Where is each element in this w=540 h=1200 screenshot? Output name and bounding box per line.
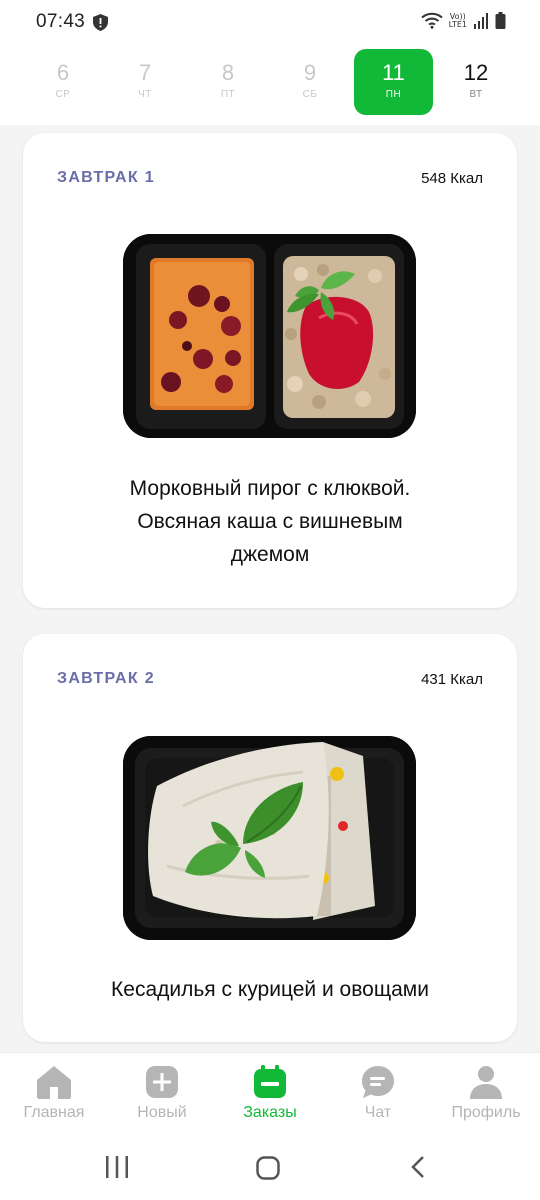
day-weekday: СБ — [302, 89, 318, 100]
meal-photo-quesadilla-icon — [123, 736, 416, 940]
day-number: 12 — [463, 60, 489, 85]
day-selector: 6 СР 7 ЧТ 8 ПТ 9 СБ 11 ПН 12 ВТ — [0, 44, 540, 125]
nav-item-new[interactable]: Новый — [108, 1053, 216, 1131]
signal-icon — [474, 12, 488, 29]
status-time: 07:43 — [36, 11, 86, 32]
home-icon — [37, 1066, 71, 1099]
day-item[interactable]: 6 СР — [24, 49, 102, 115]
day-number: 8 — [221, 60, 235, 85]
meal-kcal: 431 Ккал — [421, 671, 483, 688]
day-weekday: ЧТ — [138, 89, 152, 100]
network-type: Vo)) LTE1 — [448, 11, 467, 29]
day-weekday: ВТ — [469, 89, 483, 100]
nav-item-orders[interactable]: Заказы — [216, 1053, 324, 1131]
battery-icon — [495, 12, 506, 29]
day-number: 7 — [138, 60, 152, 85]
meal-photo — [123, 736, 416, 940]
meal-card[interactable]: ЗАВТРАК 1 548 Ккал Морковный пирог с клю… — [23, 133, 517, 608]
status-bar: 07:43 Vo)) LTE1 — [0, 0, 540, 44]
home-button-icon[interactable] — [256, 1156, 280, 1180]
nav-item-chat[interactable]: Чат — [324, 1053, 432, 1131]
calendar-icon — [254, 1065, 286, 1098]
day-weekday: ПТ — [220, 89, 236, 100]
day-item[interactable]: 7 ЧТ — [106, 49, 184, 115]
nav-label: Заказы — [243, 1104, 297, 1121]
nav-label: Главная — [23, 1104, 85, 1121]
meal-card[interactable]: ЗАВТРАК 2 431 Ккал Кесадилья с курицей и… — [23, 634, 517, 1042]
wifi-icon — [420, 12, 443, 29]
day-number: 6 — [56, 60, 70, 85]
day-item[interactable]: 8 ПТ — [189, 49, 267, 115]
nav-label: Чат — [364, 1104, 392, 1121]
plus-icon — [146, 1066, 178, 1098]
nav-item-profile[interactable]: Профиль — [432, 1053, 540, 1131]
profile-icon — [470, 1066, 502, 1099]
day-weekday: СР — [55, 89, 71, 100]
meal-photo — [123, 234, 416, 438]
day-item[interactable]: 12 ВТ — [437, 49, 515, 115]
recent-apps-icon[interactable] — [105, 1156, 129, 1178]
meal-photo-carrot-pie-oatmeal-icon — [123, 234, 416, 438]
chat-icon — [362, 1066, 394, 1098]
day-number: 9 — [303, 60, 317, 85]
day-item[interactable]: 9 СБ — [271, 49, 349, 115]
status-icons: Vo)) LTE1 — [420, 11, 506, 29]
nav-label: Профиль — [451, 1104, 521, 1121]
meal-title: Морковный пирог с клюквой. Овсяная каша … — [129, 477, 411, 566]
nav-item-home[interactable]: Главная — [0, 1053, 108, 1131]
meal-label: ЗАВТРАК 1 — [57, 169, 155, 186]
meal-label: ЗАВТРАК 2 — [57, 670, 155, 687]
nav-label: Новый — [137, 1104, 187, 1121]
day-weekday: ПН — [385, 89, 402, 100]
shield-icon — [93, 14, 108, 31]
back-icon[interactable] — [410, 1155, 426, 1179]
system-nav-bar — [0, 1130, 540, 1200]
meal-kcal: 548 Ккал — [421, 170, 483, 187]
bottom-nav: Главная Новый Заказы Чат Профиль — [0, 1052, 540, 1130]
meal-title: Кесадилья с курицей и овощами — [111, 978, 429, 1001]
day-number: 11 — [382, 60, 405, 85]
day-item-selected[interactable]: 11 ПН — [354, 49, 433, 115]
